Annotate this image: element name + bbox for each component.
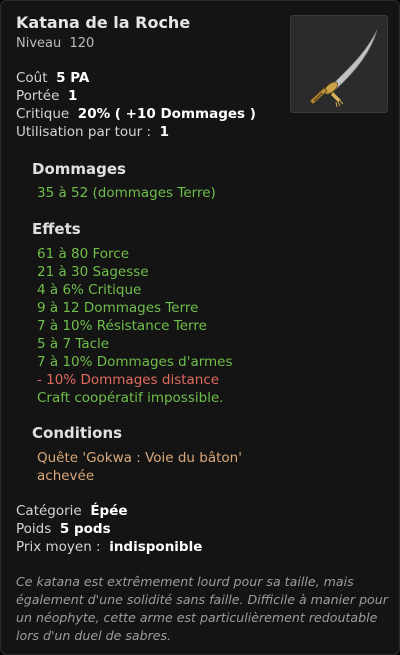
range-value: 1: [67, 88, 78, 104]
effect-line: 7 à 10% Résistance Terre: [37, 318, 207, 334]
category-row: Catégorie Épée: [16, 503, 128, 519]
category-label: Catégorie: [16, 503, 82, 519]
katana-icon: [309, 29, 378, 108]
conditions-title: Conditions: [32, 424, 123, 442]
critical-row: Critique 20% ( +10 Dommages ): [16, 106, 256, 122]
damage-title: Dommages: [32, 160, 126, 178]
item-name: Katana de la Roche: [16, 13, 191, 32]
cost-row: Coût 5 PA: [16, 70, 89, 86]
uses-value: 1: [159, 124, 170, 140]
effect-line: 5 à 7 Tacle: [37, 336, 110, 352]
range-label: Portée: [16, 88, 60, 104]
cost-value: 5 PA: [56, 70, 90, 86]
effect-line: Craft coopératif impossible.: [37, 390, 224, 406]
effects-title: Effets: [32, 220, 81, 238]
cost-label: Coût: [16, 70, 48, 86]
condition-quest: Quête 'Gokwa : Voie du bâton' achevée: [37, 450, 242, 484]
effect-line: 61 à 80 Force: [37, 246, 130, 262]
category-value: Épée: [90, 503, 128, 519]
item-image: [290, 15, 388, 113]
item-description: Ce katana est extrêmement lourd pour sa …: [16, 574, 388, 643]
effect-line: 9 à 12 Dommages Terre: [37, 300, 199, 316]
level-label: Niveau: [16, 36, 62, 51]
uses-row: Utilisation par tour : 1: [16, 124, 169, 140]
critical-label: Critique: [16, 106, 70, 122]
effect-line: 7 à 10% Dommages d'armes: [37, 354, 233, 370]
damage-line: 35 à 52 (dommages Terre): [37, 185, 216, 201]
item-tooltip-card: Katana de la Roche Niveau 120 Coût 5 PA …: [0, 0, 400, 655]
price-row: Prix moyen : indisponible: [16, 539, 202, 555]
weight-value: 5 pods: [59, 521, 111, 537]
range-row: Portée 1: [16, 88, 77, 104]
uses-label: Utilisation par tour :: [16, 124, 152, 140]
weight-label: Poids: [16, 521, 52, 537]
effect-line: 21 à 30 Sagesse: [37, 264, 149, 280]
critical-value: 20% ( +10 Dommages ): [77, 106, 256, 122]
price-label: Prix moyen :: [16, 539, 101, 555]
price-value: indisponible: [109, 539, 203, 555]
weight-row: Poids 5 pods: [16, 521, 111, 537]
level-value: 120: [69, 36, 95, 51]
effect-line-negative: - 10% Dommages distance: [37, 372, 220, 388]
item-level: Niveau 120: [16, 36, 94, 51]
effect-line: 4 à 6% Critique: [37, 282, 142, 298]
